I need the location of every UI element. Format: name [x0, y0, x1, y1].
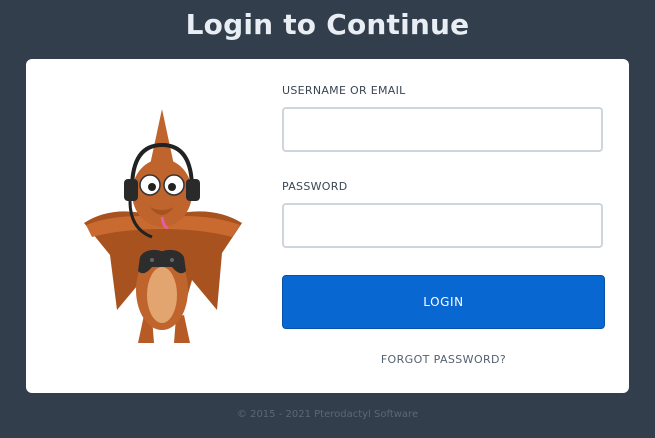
username-label: USERNAME OR EMAIL — [282, 84, 406, 97]
pterodactyl-mascot-icon — [84, 109, 242, 343]
page-title: Login to Continue — [185, 8, 470, 41]
password-input[interactable] — [282, 203, 603, 248]
username-input[interactable] — [282, 107, 603, 152]
footer-copyright: © 2015 - 2021 Pterodactyl Software — [236, 409, 419, 420]
login-card: USERNAME OR EMAIL PASSWORD LOGIN FORGOT … — [26, 59, 629, 393]
forgot-password-link[interactable]: FORGOT PASSWORD? — [282, 353, 605, 366]
password-label: PASSWORD — [282, 180, 348, 193]
login-button[interactable]: LOGIN — [282, 275, 605, 329]
